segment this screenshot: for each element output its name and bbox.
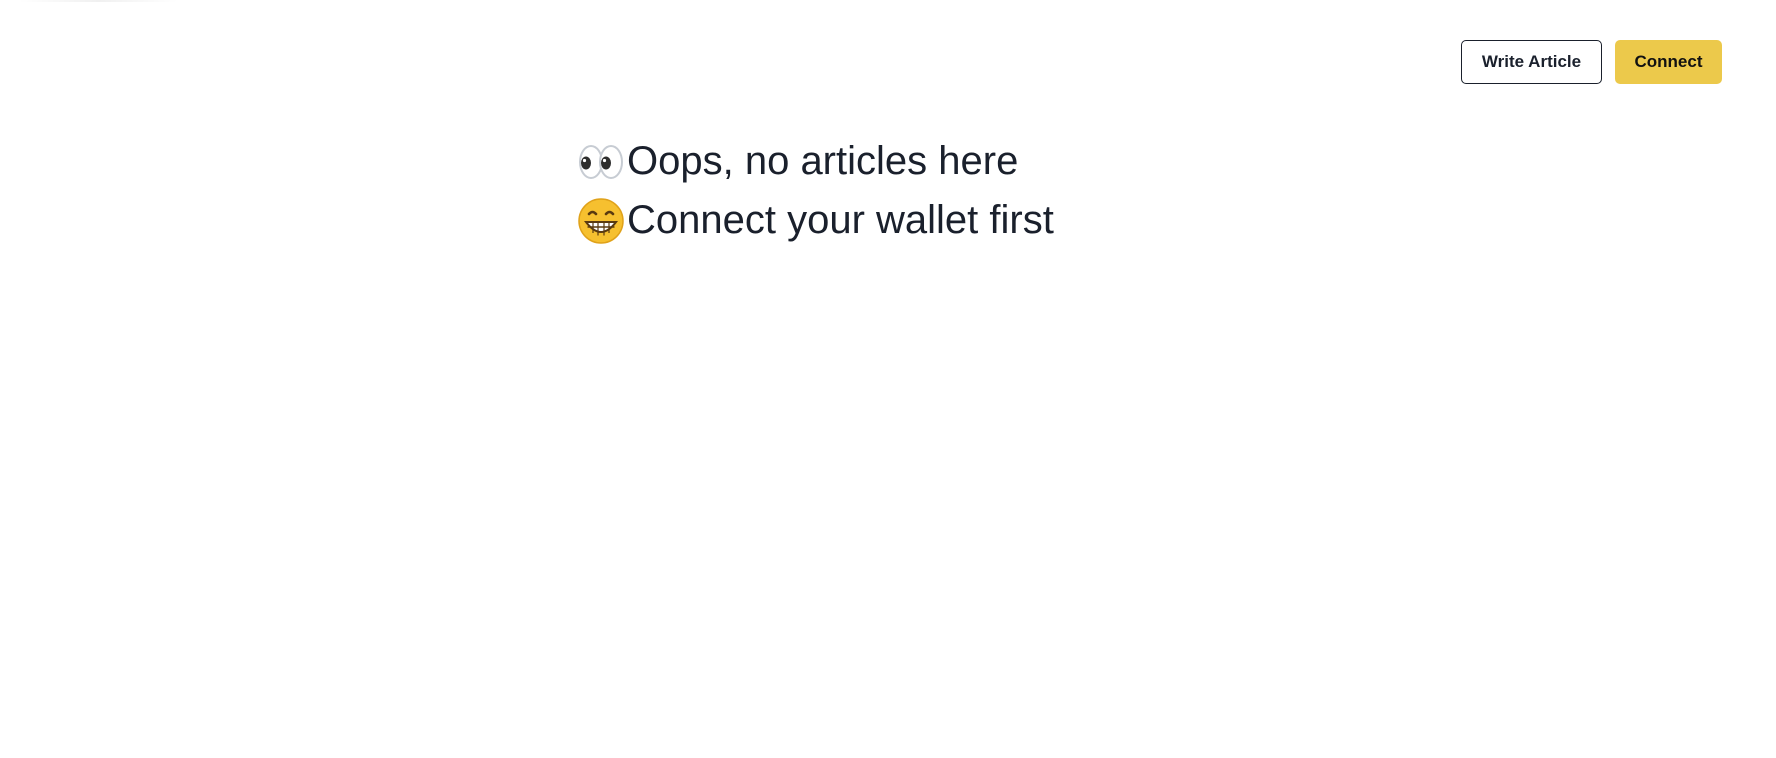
- empty-state-line-no-articles: Oops, no articles here: [577, 132, 1054, 191]
- empty-state-messages: Oops, no articles here Connect your wall…: [577, 132, 1054, 250]
- connect-wallet-message: Connect your wallet first: [627, 198, 1054, 242]
- empty-state-line-connect-wallet: Connect your wallet first: [577, 191, 1054, 250]
- no-articles-message: Oops, no articles here: [627, 139, 1019, 183]
- grinning-face-icon: [577, 197, 625, 245]
- page: Write Article Connect Oops, no articles …: [0, 0, 1776, 758]
- write-article-button[interactable]: Write Article: [1461, 40, 1602, 84]
- connect-button[interactable]: Connect: [1615, 40, 1722, 84]
- eyes-icon: [577, 138, 625, 186]
- top-edge-shadow: [18, 0, 178, 2]
- header-actions: Write Article Connect: [1461, 40, 1722, 84]
